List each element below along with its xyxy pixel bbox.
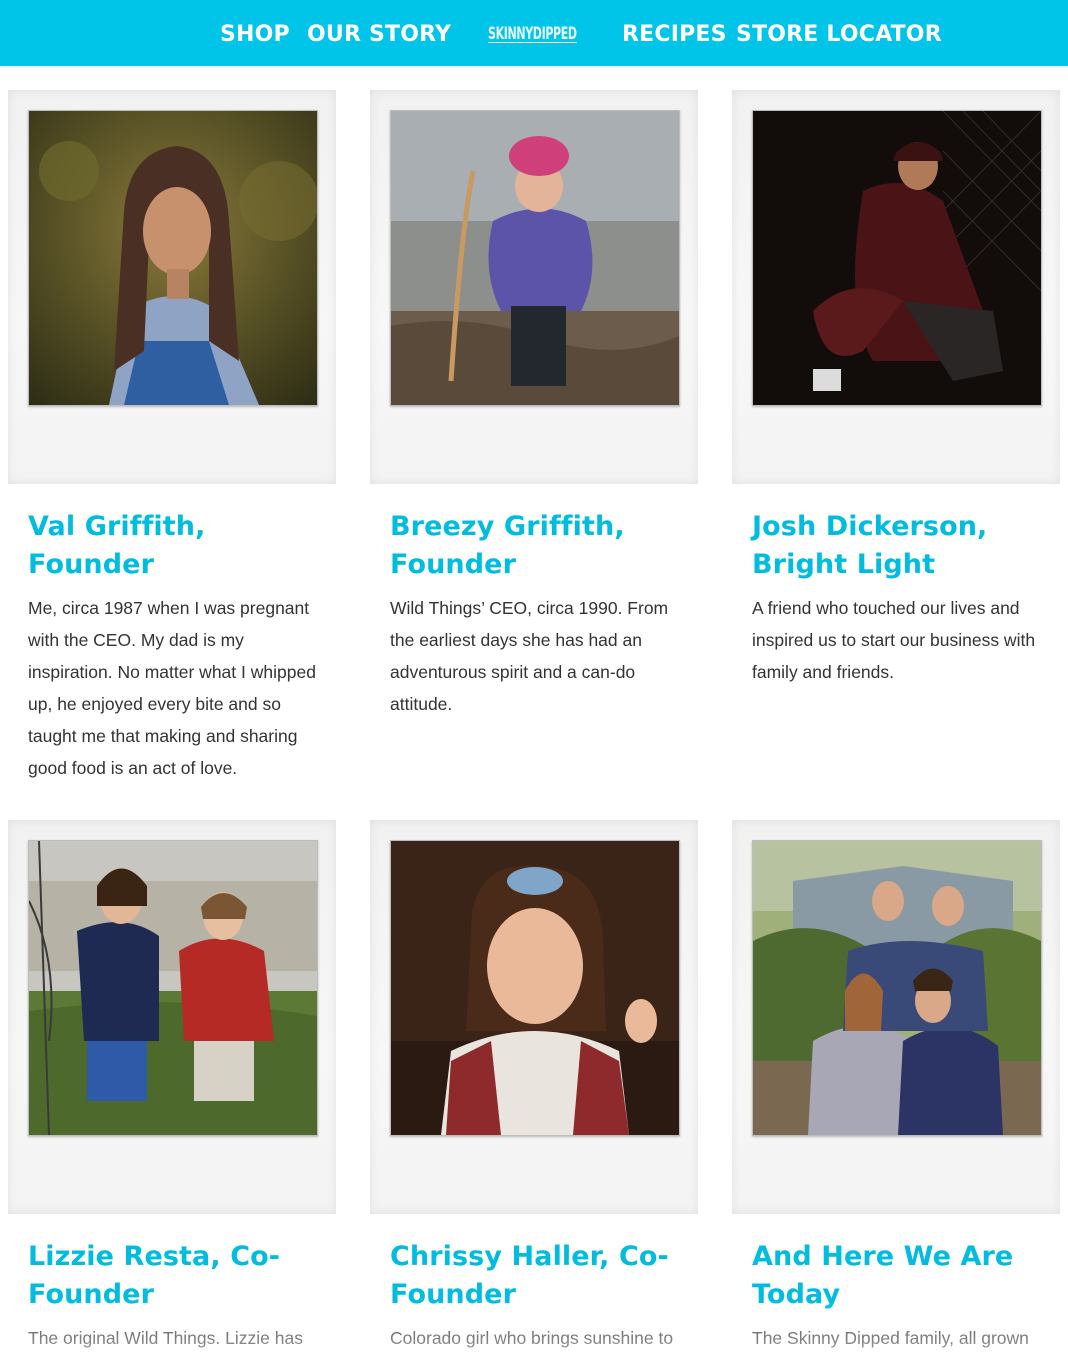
person-title: Josh Dickerson, Bright Light — [752, 511, 988, 580]
photo-skinny-dipped-family — [752, 840, 1042, 1136]
person-title: Lizzie Resta, Co-Founder — [28, 1241, 281, 1310]
photo-val-griffith — [28, 110, 318, 406]
person-description: Colorado girl who brings sunshine to — [390, 1328, 674, 1348]
photo-lizzie-resta — [28, 840, 318, 1136]
nav-shop-link[interactable]: SHOP — [220, 22, 290, 47]
person-title: Chrissy Haller, Co-Founder — [390, 1241, 669, 1310]
nav-our-story-link[interactable]: OUR STORY — [307, 22, 451, 47]
top-navigation-bar: SHOP OUR STORY SKINNYDIPPED RECIPES STOR… — [0, 0, 1068, 68]
photo-josh-dickerson — [752, 110, 1042, 406]
person-title: And Here We Are Today — [752, 1241, 1014, 1310]
photo-breezy-griffith — [390, 110, 680, 406]
brand-logo[interactable]: SKINNYDIPPED — [488, 24, 577, 44]
person-description: Wild Things’ CEO, circa 1990. From the e… — [390, 598, 669, 714]
nav-recipes-link[interactable]: RECIPES — [622, 22, 727, 47]
photo-chrissy-haller — [390, 840, 680, 1136]
person-description: The original Wild Things. Lizzie has — [28, 1328, 303, 1348]
person-description: Me, circa 1987 when I was pregnant with … — [28, 598, 316, 778]
nav-store-locator-link[interactable]: STORE LOCATOR — [736, 22, 942, 47]
person-description: A friend who touched our lives and inspi… — [752, 598, 1036, 682]
person-title: Val Griffith, Founder — [28, 511, 206, 580]
person-description: The Skinny Dipped family, all grown — [752, 1328, 1029, 1348]
person-title: Breezy Griffith, Founder — [390, 511, 625, 580]
